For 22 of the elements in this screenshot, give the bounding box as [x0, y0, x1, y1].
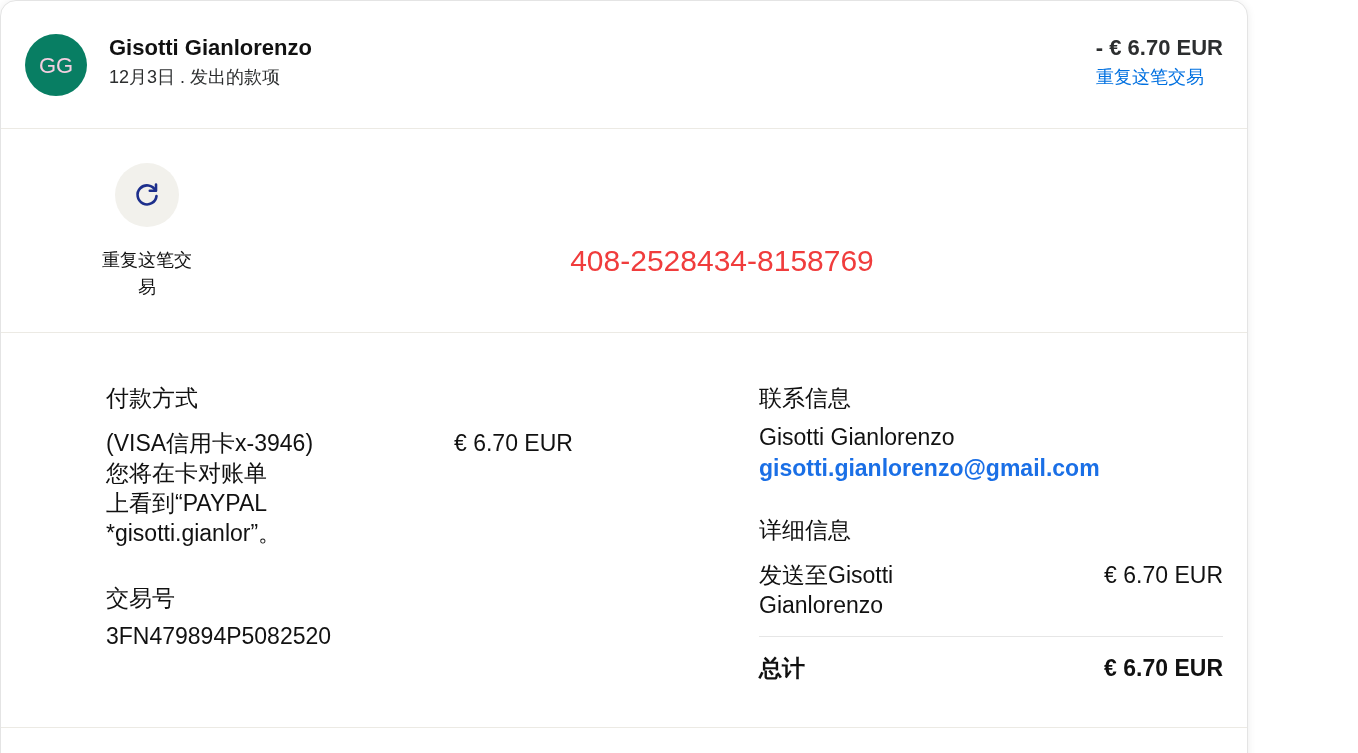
- repeat-link[interactable]: 重复这笔交易: [1095, 65, 1204, 89]
- annotation-text: 408-2528434-8158769: [570, 243, 874, 279]
- transaction-subtitle: 12月3日 . 发出的款项: [109, 66, 281, 89]
- refresh-icon: [115, 163, 179, 227]
- detail-label: 发送至Gisotti Gianlorenzo: [759, 561, 895, 620]
- section-heading: 详细信息: [759, 516, 851, 545]
- total-amount: € 6.70 EUR: [1104, 654, 1223, 683]
- section-heading: 联系信息: [759, 384, 851, 413]
- detail-amount: € 6.70 EUR: [1104, 561, 1223, 590]
- avatar: GG: [25, 34, 87, 96]
- total-label: 总计: [759, 654, 805, 683]
- payment-amount: € 6.70 EUR: [454, 429, 573, 458]
- transaction-id: 3FN479894P5082520: [106, 622, 332, 651]
- transaction-amount: - € 6.70 EUR: [1095, 34, 1223, 62]
- statement-note: 您将在卡对账单上看到“PAYPAL *gisotti.gianlor”。: [106, 459, 283, 548]
- contact-name: Gisotti Gianlorenzo: [759, 423, 955, 452]
- repeat-button[interactable]: 重复这笔交易: [97, 163, 197, 301]
- section-heading: 交易号: [106, 584, 175, 613]
- email-link[interactable]: gisotti.gianlorenzo@gmail.com: [759, 453, 1100, 483]
- section-heading: 付款方式: [106, 384, 198, 413]
- card-label: (VISA信用卡x-3946): [106, 429, 314, 458]
- counterparty-name: Gisotti Gianlorenzo: [109, 34, 312, 62]
